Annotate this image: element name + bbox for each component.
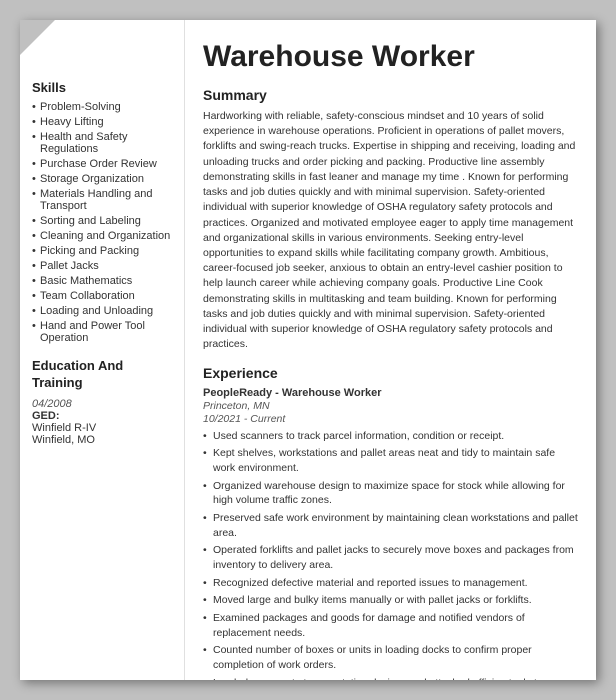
bullet-item: Loaded cargo onto transportation devices… (203, 676, 578, 680)
bullet-item: Organized warehouse design to maximize s… (203, 479, 578, 508)
skill-item: Health and Safety Regulations (32, 131, 172, 155)
experience-section: Experience PeopleReady - Warehouse Worke… (203, 365, 578, 681)
skill-item: Basic Mathematics (32, 275, 172, 287)
skill-item: Loading and Unloading (32, 305, 172, 317)
skill-item: Pallet Jacks (32, 260, 172, 272)
skill-item: Hand and Power Tool Operation (32, 320, 172, 344)
education-section: Education AndTraining 04/2008 GED: Winfi… (32, 358, 172, 446)
skill-item: Team Collaboration (32, 290, 172, 302)
bullet-item: Recognized defective material and report… (203, 576, 578, 591)
skill-item: Cleaning and Organization (32, 230, 172, 242)
education-section-title: Education AndTraining (32, 358, 172, 392)
bullet-item: Used scanners to track parcel informatio… (203, 429, 578, 444)
education-location: Winfield, MO (32, 434, 172, 446)
bullet-item: Examined packages and goods for damage a… (203, 611, 578, 640)
skill-item: Sorting and Labeling (32, 215, 172, 227)
bullet-item: Preserved safe work environment by maint… (203, 511, 578, 540)
education-degree: GED: (32, 410, 172, 422)
bullet-item: Kept shelves, workstations and pallet ar… (203, 446, 578, 475)
skill-item: Picking and Packing (32, 245, 172, 257)
sidebar: Skills Problem-Solving Heavy Lifting Hea… (20, 20, 185, 680)
job-bullets: Used scanners to track parcel informatio… (203, 429, 578, 681)
main-content: Warehouse Worker Summary Hardworking wit… (185, 20, 596, 680)
education-date: 04/2008 (32, 398, 172, 410)
skill-item: Heavy Lifting (32, 116, 172, 128)
experience-title: Experience (203, 365, 578, 381)
resume-title: Warehouse Worker (203, 40, 578, 73)
skills-section-title: Skills (32, 80, 172, 95)
summary-section: Summary Hardworking with reliable, safet… (203, 87, 578, 353)
job-company: PeopleReady - Warehouse Worker (203, 387, 578, 399)
job-dates: 10/2021 - Current (203, 413, 578, 425)
skills-list: Problem-Solving Heavy Lifting Health and… (32, 101, 172, 344)
skill-item: Problem-Solving (32, 101, 172, 113)
skill-item: Purchase Order Review (32, 158, 172, 170)
job-location: Princeton, MN (203, 400, 578, 412)
summary-title: Summary (203, 87, 578, 103)
bullet-item: Counted number of boxes or units in load… (203, 643, 578, 672)
corner-fold (20, 20, 55, 55)
skill-item: Materials Handling and Transport (32, 188, 172, 212)
resume-layout: Skills Problem-Solving Heavy Lifting Hea… (20, 20, 596, 680)
bullet-item: Operated forklifts and pallet jacks to s… (203, 543, 578, 572)
education-school: Winfield R-IV (32, 422, 172, 434)
bullet-item: Moved large and bulky items manually or … (203, 593, 578, 608)
summary-text: Hardworking with reliable, safety-consci… (203, 109, 578, 353)
skill-item: Storage Organization (32, 173, 172, 185)
resume-page: Skills Problem-Solving Heavy Lifting Hea… (20, 20, 596, 680)
